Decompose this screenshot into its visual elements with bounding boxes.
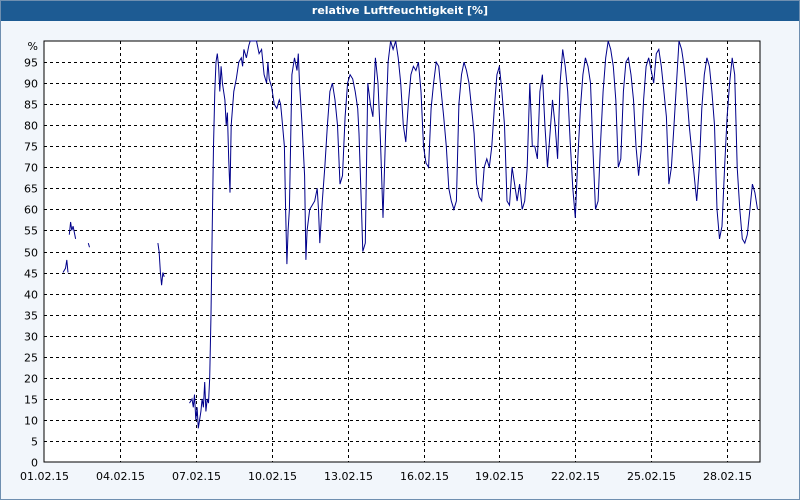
x-tick-label: 16.02.15 [400, 470, 449, 483]
humidity-chart: 0 5 10 15 20 25 30 35 40 45 50 55 60 65 70 75 80 85 90 95 0… [20, 40, 761, 483]
x-tick-label: 01.02.15 [20, 470, 69, 483]
x-tick-label: 22.02.15 [551, 470, 600, 483]
x-tick-label: 25.02.15 [627, 470, 676, 483]
x-tick-label: 04.02.15 [96, 470, 145, 483]
y-axis-ticks: 0 5 10 15 20 25 30 35 40 45 50 55 60 65 70 75 80 85 90 95 [24, 57, 38, 470]
y-tick-label: 5 [31, 436, 38, 449]
chart-window: relative Luftfeuchtigkeit [%] 0 5 10 15 20 25… [0, 0, 800, 500]
y-tick-label: 0 [31, 457, 38, 470]
y-unit-label: % [28, 40, 38, 53]
y-tick-label: 25 [24, 352, 38, 365]
y-tick-label: 85 [24, 99, 38, 112]
y-tick-label: 35 [24, 310, 38, 323]
y-tick-label: 40 [24, 289, 38, 302]
y-tick-label: 95 [24, 57, 38, 70]
x-tick-label: 19.02.15 [475, 470, 524, 483]
y-tick-label: 55 [24, 225, 38, 238]
y-tick-label: 50 [24, 247, 38, 260]
x-tick-label: 28.02.15 [703, 470, 752, 483]
x-tick-label: 13.02.15 [324, 470, 373, 483]
chart-title: relative Luftfeuchtigkeit [%] [1, 1, 799, 21]
y-tick-label: 80 [24, 120, 38, 133]
x-tick-label: 10.02.15 [248, 470, 297, 483]
y-tick-label: 20 [24, 373, 38, 386]
y-tick-label: 30 [24, 331, 38, 344]
y-tick-label: 15 [24, 394, 38, 407]
y-tick-label: 90 [24, 78, 38, 91]
y-tick-label: 60 [24, 204, 38, 217]
y-tick-label: 10 [24, 415, 38, 428]
x-tick-label: 07.02.15 [172, 470, 221, 483]
y-tick-label: 45 [24, 268, 38, 281]
y-tick-label: 65 [24, 183, 38, 196]
y-tick-label: 75 [24, 141, 38, 154]
x-axis-ticks: 01.02.15 04.02.15 07.02.15 10.02.15 13.02.15… [20, 470, 752, 483]
y-tick-label: 70 [24, 162, 38, 175]
